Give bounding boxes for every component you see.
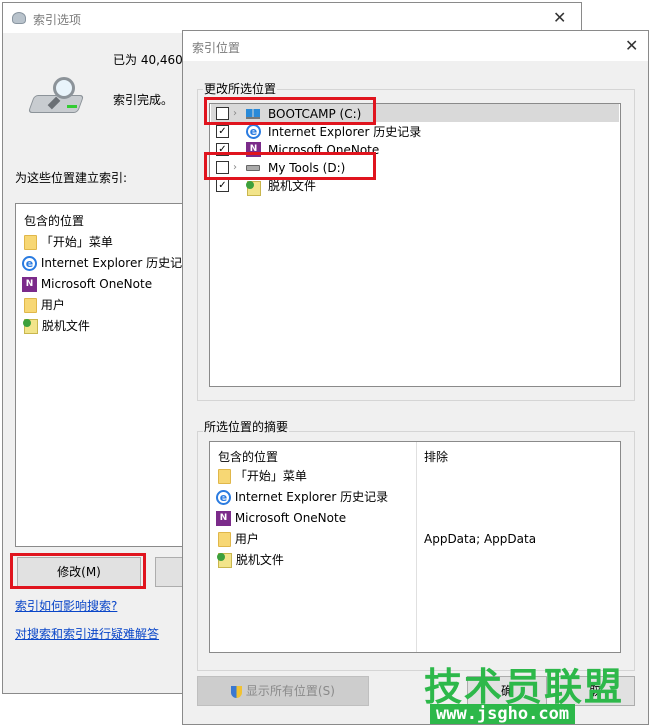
close-icon[interactable]: ✕: [625, 36, 638, 55]
included-locations-header: 包含的位置: [24, 214, 85, 228]
change-locations-label: 更改所选位置: [203, 80, 278, 97]
mytools-highlight: [204, 152, 376, 180]
tree-checkbox[interactable]: ✓: [216, 125, 229, 138]
onenote-icon: N: [22, 277, 37, 292]
bootcamp-highlight: [204, 97, 376, 125]
offline-files-icon: [246, 181, 261, 196]
table-row[interactable]: N Microsoft OneNote: [216, 508, 346, 528]
indexed-locations-dialog: 索引位置 ✕ 更改所选位置 › BOOTCAMP (C:) ✓ e Intern…: [182, 30, 649, 725]
close-icon[interactable]: ✕: [553, 8, 566, 27]
list-item-label: Internet Explorer 历史记录: [40, 256, 195, 270]
tree-checkbox[interactable]: ✓: [216, 179, 229, 192]
summary-list[interactable]: 包含的位置 排除 「开始」菜单 e Internet Explorer 历史记录…: [209, 441, 621, 653]
locations-dialog-titlebar: 索引位置 ✕: [183, 31, 648, 61]
table-cell: 用户: [234, 532, 259, 546]
folder-icon: [24, 235, 37, 250]
summary-label: 所选位置的摘要: [203, 418, 290, 435]
magnifier-drive-icon: [27, 77, 87, 117]
watermark-url: www.jsgho.com: [430, 704, 576, 724]
list-item-label: Microsoft OneNote: [40, 277, 153, 291]
modify-button-highlight: [10, 553, 146, 589]
tree-row[interactable]: ✓ e Internet Explorer 历史记录: [210, 122, 610, 142]
indexing-window-title: 索引选项: [33, 13, 82, 27]
table-row[interactable]: e Internet Explorer 历史记录: [216, 487, 388, 507]
folder-icon: [218, 532, 231, 547]
tree-item-label: Internet Explorer 历史记录: [268, 125, 422, 139]
table-cell: 脱机文件: [235, 553, 284, 567]
folder-icon: [218, 469, 231, 484]
show-all-locations-button[interactable]: 显示所有位置(S): [197, 676, 369, 706]
indexing-window-titlebar: 索引选项 ✕: [3, 3, 581, 33]
offline-files-icon: [23, 319, 38, 334]
list-item[interactable]: N Microsoft OneNote: [22, 274, 152, 294]
list-item[interactable]: 脱机文件: [23, 316, 90, 336]
table-cell: Microsoft OneNote: [234, 511, 347, 525]
index-locations-label: 为这些位置建立索引:: [15, 171, 128, 185]
table-row[interactable]: 脱机文件: [217, 550, 284, 570]
indexed-count-text: 已为 40,460: [113, 53, 183, 67]
list-item-label: 「开始」菜单: [40, 235, 113, 249]
summary-header-excluded: 排除: [424, 450, 449, 464]
list-item[interactable]: e Internet Explorer 历史记录: [22, 253, 194, 273]
onenote-icon: N: [216, 511, 231, 526]
list-item-label: 用户: [40, 298, 65, 312]
troubleshoot-search-link[interactable]: 对搜索和索引进行疑难解答: [15, 625, 159, 642]
how-indexing-affects-search-link[interactable]: 索引如何影响搜索?: [15, 597, 117, 614]
table-cell: 「开始」菜单: [234, 469, 307, 483]
list-item[interactable]: 「开始」菜单: [24, 232, 113, 252]
summary-header-included: 包含的位置: [218, 450, 279, 464]
table-row[interactable]: 「开始」菜单: [218, 466, 307, 486]
list-item-label: 脱机文件: [41, 319, 90, 333]
watermark-logo: 技术员联盟 www.jsgho.com: [420, 656, 650, 726]
ie-icon: e: [246, 124, 261, 139]
location-tree[interactable]: › BOOTCAMP (C:) ✓ e Internet Explorer 历史…: [209, 103, 621, 387]
ie-icon: e: [22, 256, 37, 271]
locations-dialog-title: 索引位置: [192, 41, 241, 55]
watermark-title: 技术员联盟: [424, 665, 625, 709]
table-row[interactable]: 用户: [218, 529, 259, 549]
folder-icon: [24, 298, 37, 313]
summary-column-divider: [416, 442, 417, 652]
show-all-locations-label: 显示所有位置(S): [245, 684, 335, 698]
shield-icon: [231, 685, 243, 698]
indexing-window-icon: [12, 12, 26, 24]
offline-files-icon: [217, 553, 232, 568]
index-status-text: 索引完成。: [113, 93, 174, 107]
list-item[interactable]: 用户: [24, 295, 65, 315]
table-cell-exclude: AppData; AppData: [424, 532, 537, 546]
table-cell: Internet Explorer 历史记录: [234, 490, 389, 504]
ie-icon: e: [216, 490, 231, 505]
